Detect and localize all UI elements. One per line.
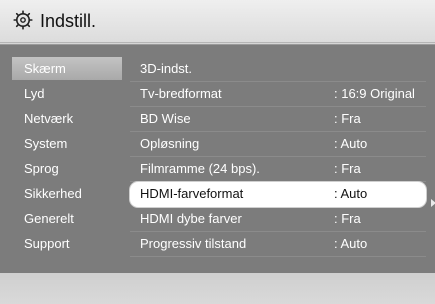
sidebar: Skærm Lyd Netværk System Sprog Sikkerhed… bbox=[12, 45, 122, 273]
setting-label: BD Wise bbox=[140, 111, 191, 126]
page-title: Indstill. bbox=[40, 11, 97, 31]
sidebar-item-skaerm[interactable]: Skærm bbox=[12, 57, 122, 80]
setting-row-tv-bredformat[interactable]: Tv-bredformat : 16:9 Original bbox=[130, 82, 426, 107]
setting-value: : Auto bbox=[334, 236, 368, 251]
bottom-bar bbox=[0, 273, 435, 304]
setting-value: : Fra bbox=[334, 211, 361, 226]
gear-icon bbox=[13, 10, 33, 30]
settings-list: 3D-indst. Tv-bredformat : 16:9 Original … bbox=[130, 45, 430, 273]
setting-label: Tv-bredformat bbox=[140, 86, 222, 101]
settings-screen: Indstill. Skærm Lyd Netværk System Sprog… bbox=[0, 0, 435, 304]
sidebar-item-sprog[interactable]: Sprog bbox=[12, 157, 122, 180]
sidebar-item-sikkerhed[interactable]: Sikkerhed bbox=[12, 182, 122, 205]
sidebar-item-lyd[interactable]: Lyd bbox=[12, 82, 122, 105]
setting-label: Opløsning bbox=[140, 136, 200, 151]
setting-value: : Auto bbox=[334, 186, 368, 201]
sidebar-item-netvaerk[interactable]: Netværk bbox=[12, 107, 122, 130]
setting-row-hdmi-dybe-farver[interactable]: HDMI dybe farver : Fra bbox=[130, 207, 426, 232]
sidebar-item-system[interactable]: System bbox=[12, 132, 122, 155]
setting-value: : 16:9 Original bbox=[334, 86, 415, 101]
setting-label: Progressiv tilstand bbox=[140, 236, 247, 251]
setting-label: HDMI-farveformat bbox=[140, 186, 244, 201]
setting-value: : Fra bbox=[334, 161, 361, 176]
setting-row-oplosning[interactable]: Opløsning : Auto bbox=[130, 132, 426, 157]
title-bar: Indstill. bbox=[0, 0, 435, 43]
setting-label: 3D-indst. bbox=[140, 61, 193, 76]
sidebar-item-support[interactable]: Support bbox=[12, 232, 122, 255]
chevron-right-icon bbox=[431, 199, 435, 207]
setting-value: : Fra bbox=[334, 111, 361, 126]
setting-row-filmramme[interactable]: Filmramme (24 bps). : Fra bbox=[130, 157, 426, 182]
setting-row-3d[interactable]: 3D-indst. bbox=[130, 57, 426, 82]
setting-row-progressiv-tilstand[interactable]: Progressiv tilstand : Auto bbox=[130, 232, 426, 257]
setting-row-hdmi-farveformat[interactable]: HDMI-farveformat : Auto bbox=[130, 182, 426, 207]
setting-value: : Auto bbox=[334, 136, 368, 151]
settings-panel: Skærm Lyd Netværk System Sprog Sikkerhed… bbox=[0, 44, 435, 273]
setting-label: HDMI dybe farver bbox=[140, 211, 242, 226]
setting-label: Filmramme (24 bps). bbox=[140, 161, 260, 176]
setting-row-bd-wise[interactable]: BD Wise : Fra bbox=[130, 107, 426, 132]
sidebar-item-generelt[interactable]: Generelt bbox=[12, 207, 122, 230]
